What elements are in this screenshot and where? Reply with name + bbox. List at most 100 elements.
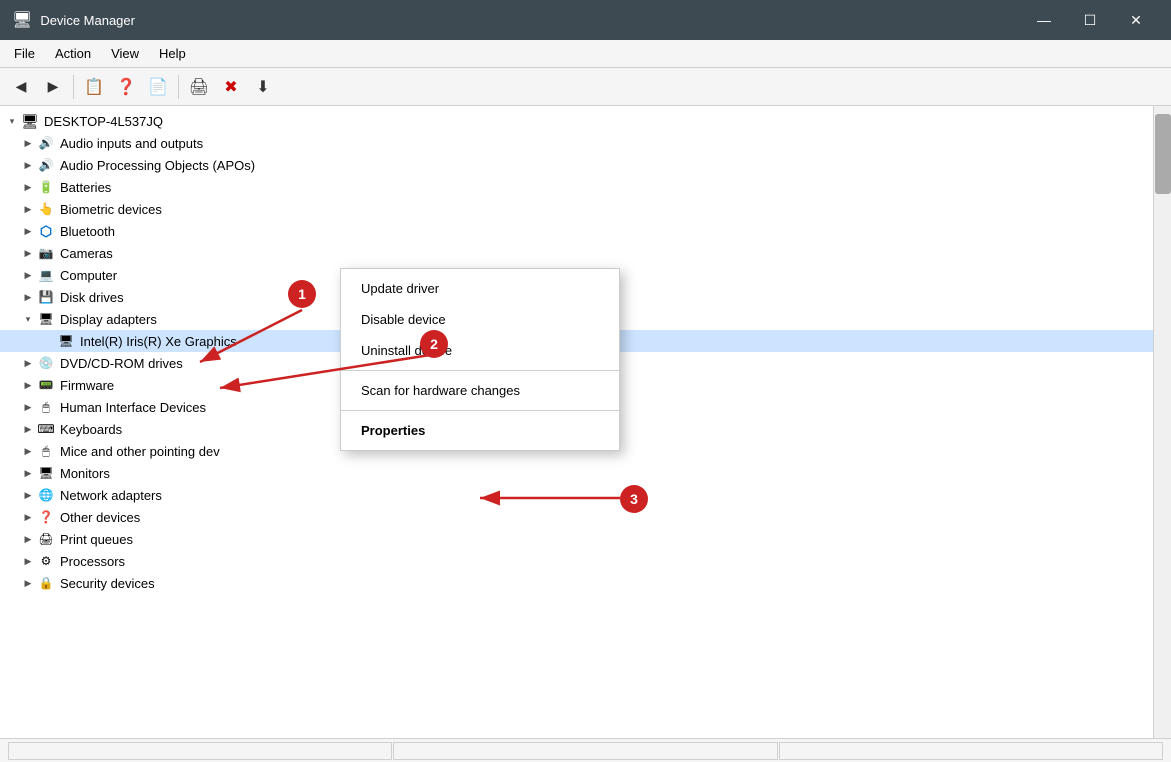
root-expander: ▾: [4, 113, 20, 129]
list-item[interactable]: ▶ ⚙ Processors: [0, 550, 1153, 572]
item-label: Batteries: [60, 180, 111, 195]
expander: [40, 333, 56, 349]
gpu-icon: 🖥: [56, 333, 76, 349]
menu-action[interactable]: Action: [45, 42, 101, 65]
expander: ▶: [20, 223, 36, 239]
expander: ▶: [20, 355, 36, 371]
expander: ▶: [20, 377, 36, 393]
item-label: Keyboards: [60, 422, 122, 437]
print-icon: 🖨: [36, 531, 56, 547]
biometric-icon: 👆: [36, 201, 56, 217]
display-icon: 🖥: [36, 311, 56, 327]
item-label: Disk drives: [60, 290, 124, 305]
item-label: Firmware: [60, 378, 114, 393]
list-item[interactable]: ▶ 🖨 Print queues: [0, 528, 1153, 550]
toolbar-uninstall[interactable]: ✖: [216, 73, 246, 101]
context-scan-hardware[interactable]: Scan for hardware changes: [341, 375, 619, 406]
toolbar-sep-2: [178, 75, 179, 99]
root-label: DESKTOP-4L537JQ: [44, 114, 163, 129]
scrollbar-thumb[interactable]: [1155, 114, 1171, 194]
toolbar-sep-1: [73, 75, 74, 99]
network-icon: 🌐: [36, 487, 56, 503]
expander: ▶: [20, 509, 36, 525]
status-section-3: [779, 742, 1163, 760]
app-window: 🖥 Device Manager — ☐ ✕ File Action View …: [0, 0, 1171, 762]
menu-file[interactable]: File: [4, 42, 45, 65]
battery-icon: 🔋: [36, 179, 56, 195]
item-label: DVD/CD-ROM drives: [60, 356, 183, 371]
disk-icon: 💾: [36, 289, 56, 305]
processor-icon: ⚙: [36, 553, 56, 569]
tree-root[interactable]: ▾ 🖥 DESKTOP-4L537JQ: [0, 110, 1153, 132]
toolbar-help[interactable]: ❓: [111, 73, 141, 101]
context-disable-device[interactable]: Disable device: [341, 304, 619, 335]
expander: ▶: [20, 179, 36, 195]
camera-icon: 📷: [36, 245, 56, 261]
item-label: Monitors: [60, 466, 110, 481]
toolbar-properties[interactable]: 📋: [79, 73, 109, 101]
item-label: Processors: [60, 554, 125, 569]
expander: ▶: [20, 421, 36, 437]
list-item[interactable]: ▶ 🖥 Monitors: [0, 462, 1153, 484]
scrollbar[interactable]: [1153, 106, 1171, 738]
expander: ▶: [20, 201, 36, 217]
hid-icon: 🖱: [36, 399, 56, 415]
expander: ▶: [20, 245, 36, 261]
list-item[interactable]: ▶ ⬡ Bluetooth: [0, 220, 1153, 242]
dvd-icon: 💿: [36, 355, 56, 371]
maximize-button[interactable]: ☐: [1067, 0, 1113, 40]
item-label: Computer: [60, 268, 117, 283]
expander: ▾: [20, 311, 36, 327]
toolbar-download[interactable]: ⬇: [248, 73, 278, 101]
item-label: Other devices: [60, 510, 140, 525]
context-properties[interactable]: Properties: [341, 415, 619, 446]
app-icon: 🖥: [12, 10, 32, 30]
expander: ▶: [20, 289, 36, 305]
item-label: Biometric devices: [60, 202, 162, 217]
status-section-1: [8, 742, 392, 760]
status-bar: [0, 738, 1171, 762]
list-item[interactable]: ▶ 📷 Cameras: [0, 242, 1153, 264]
item-label: Human Interface Devices: [60, 400, 206, 415]
item-label: Display adapters: [60, 312, 157, 327]
context-sep-1: [341, 370, 619, 371]
expander: ▶: [20, 135, 36, 151]
status-section-2: [393, 742, 777, 760]
item-label: Cameras: [60, 246, 113, 261]
toolbar: ◀ ▶ 📋 ❓ 📄 🖨 ✖ ⬇: [0, 68, 1171, 106]
list-item[interactable]: ▶ 🔒 Security devices: [0, 572, 1153, 594]
item-label: Audio inputs and outputs: [60, 136, 203, 151]
menu-help[interactable]: Help: [149, 42, 196, 65]
item-label: Network adapters: [60, 488, 162, 503]
item-label: Intel(R) Iris(R) Xe Graphics: [80, 334, 237, 349]
toolbar-back[interactable]: ◀: [6, 73, 36, 101]
list-item[interactable]: ▶ 🌐 Network adapters: [0, 484, 1153, 506]
list-item[interactable]: ▶ ❓ Other devices: [0, 506, 1153, 528]
list-item[interactable]: ▶ 👆 Biometric devices: [0, 198, 1153, 220]
apo-icon: 🔊: [36, 157, 56, 173]
list-item[interactable]: ▶ 🔋 Batteries: [0, 176, 1153, 198]
item-label: Mice and other pointing dev: [60, 444, 220, 459]
mice-icon: 🖱: [36, 443, 56, 459]
toolbar-forward[interactable]: ▶: [38, 73, 68, 101]
other-icon: ❓: [36, 509, 56, 525]
toolbar-scan[interactable]: 🖨: [184, 73, 214, 101]
firmware-icon: 📟: [36, 377, 56, 393]
context-uninstall-device[interactable]: Uninstall device: [341, 335, 619, 366]
computer-icon: 🖥: [20, 113, 40, 129]
list-item[interactable]: ▶ 🔊 Audio Processing Objects (APOs): [0, 154, 1153, 176]
audio-icon: 🔊: [36, 135, 56, 151]
expander: ▶: [20, 487, 36, 503]
item-label: Security devices: [60, 576, 155, 591]
list-item[interactable]: ▶ 🔊 Audio inputs and outputs: [0, 132, 1153, 154]
toolbar-update-driver[interactable]: 📄: [143, 73, 173, 101]
bluetooth-icon: ⬡: [36, 223, 56, 239]
window-controls: — ☐ ✕: [1021, 0, 1159, 40]
expander: ▶: [20, 531, 36, 547]
context-update-driver[interactable]: Update driver: [341, 273, 619, 304]
context-sep-2: [341, 410, 619, 411]
item-label: Print queues: [60, 532, 133, 547]
minimize-button[interactable]: —: [1021, 0, 1067, 40]
menu-view[interactable]: View: [101, 42, 149, 65]
close-button[interactable]: ✕: [1113, 0, 1159, 40]
